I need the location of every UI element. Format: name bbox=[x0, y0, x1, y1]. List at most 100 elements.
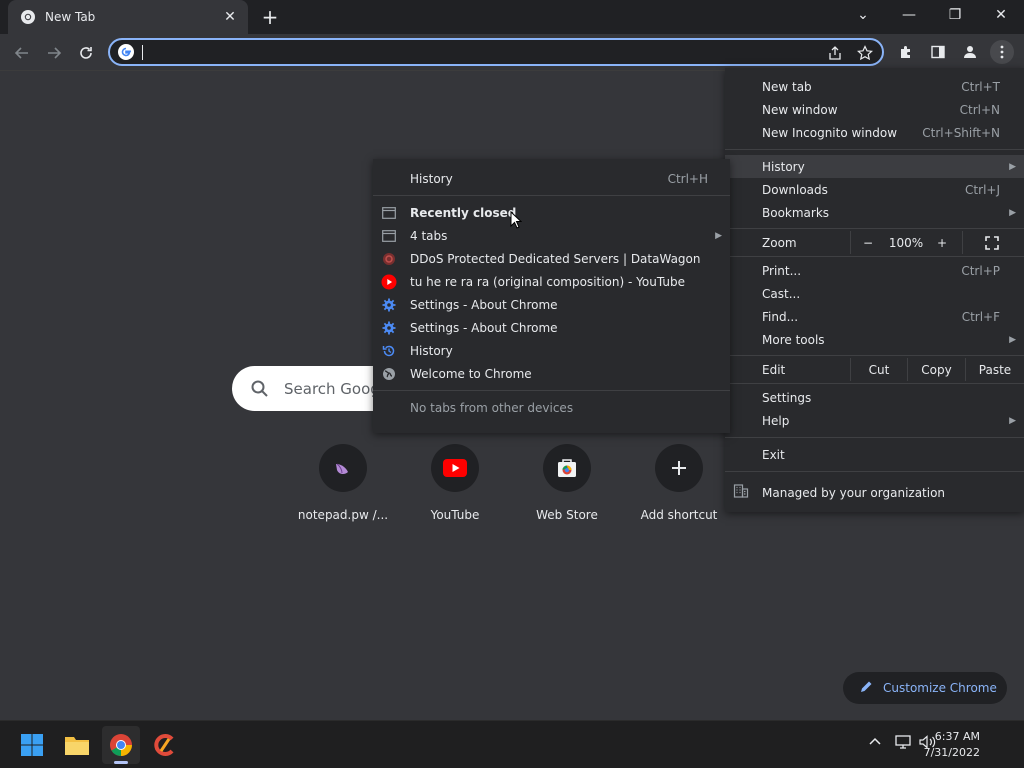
forward-button[interactable] bbox=[41, 40, 67, 66]
menu-item-shortcut: Ctrl+Shift+N bbox=[922, 125, 1000, 140]
recent-item[interactable]: Settings - About Chrome bbox=[373, 316, 730, 339]
menu-item-find[interactable]: Find... Ctrl+F bbox=[725, 305, 1024, 328]
menu-item-managed[interactable]: Managed by your organization bbox=[725, 481, 1024, 504]
add-shortcut-tile[interactable]: Add shortcut bbox=[623, 444, 735, 534]
tab-new-tab[interactable]: New Tab ✕ bbox=[8, 0, 248, 34]
zoom-level: 100% bbox=[888, 235, 924, 250]
chrome-taskbar-button[interactable] bbox=[102, 726, 140, 764]
menu-item-new-incognito[interactable]: New Incognito window Ctrl+Shift+N bbox=[725, 121, 1024, 144]
menu-item-downloads[interactable]: Downloads Ctrl+J bbox=[725, 178, 1024, 201]
edit-cut-button[interactable]: Cut bbox=[851, 358, 907, 381]
minimize-button[interactable]: — bbox=[886, 0, 932, 30]
fullscreen-icon[interactable] bbox=[977, 231, 1007, 254]
network-icon[interactable] bbox=[895, 735, 911, 753]
menu-item-new-tab[interactable]: New tab Ctrl+T bbox=[725, 75, 1024, 98]
recent-item[interactable]: tu he re ra ra (original composition) - … bbox=[373, 270, 730, 293]
menu-item-label: Bookmarks bbox=[762, 205, 830, 220]
side-panel-icon[interactable] bbox=[926, 40, 950, 64]
customize-chrome-button[interactable]: Customize Chrome bbox=[843, 672, 1007, 704]
omnibox[interactable] bbox=[108, 38, 884, 66]
recent-item[interactable]: Welcome to Chrome bbox=[373, 362, 730, 385]
menu-item-settings[interactable]: Settings bbox=[725, 386, 1024, 409]
menu-item-shortcut: Ctrl+T bbox=[961, 79, 1000, 94]
extensions-icon[interactable] bbox=[894, 40, 918, 64]
plus-icon bbox=[655, 444, 703, 492]
new-tab-button[interactable]: + bbox=[258, 5, 282, 29]
menu-separator bbox=[725, 355, 1024, 356]
zoom-out-button[interactable]: − bbox=[853, 231, 883, 254]
tab-search-chevron-icon[interactable]: ⌄ bbox=[840, 0, 886, 30]
reload-button[interactable] bbox=[73, 40, 99, 66]
menu-item-label: History bbox=[762, 159, 805, 174]
menu-item-label: DDoS Protected Dedicated Servers | DataW… bbox=[410, 251, 701, 266]
shortcut-tile[interactable]: YouTube bbox=[399, 444, 511, 534]
menu-cell-separator bbox=[850, 231, 851, 254]
zoom-in-button[interactable]: + bbox=[929, 231, 955, 254]
menu-item-print[interactable]: Print... Ctrl+P bbox=[725, 259, 1024, 282]
datawagon-icon bbox=[381, 251, 397, 267]
edit-copy-button[interactable]: Copy bbox=[908, 358, 965, 381]
menu-item-label: Cast... bbox=[762, 286, 801, 301]
close-window-button[interactable]: ✕ bbox=[978, 0, 1024, 30]
notepad-icon bbox=[319, 444, 367, 492]
menu-item-label: Find... bbox=[762, 309, 799, 324]
gear-icon bbox=[381, 320, 397, 336]
history-icon bbox=[381, 343, 397, 359]
share-icon[interactable] bbox=[826, 44, 844, 62]
menu-separator bbox=[373, 195, 730, 196]
edit-paste-button[interactable]: Paste bbox=[966, 358, 1024, 381]
reload-icon bbox=[80, 47, 92, 59]
mouse-cursor-icon bbox=[510, 211, 522, 229]
recent-item[interactable]: DDoS Protected Dedicated Servers | DataW… bbox=[373, 247, 730, 270]
clock-date: 7/31/2022 bbox=[923, 746, 980, 759]
menu-item-more-tools[interactable]: More tools ▶ bbox=[725, 328, 1024, 351]
folder-icon bbox=[65, 737, 89, 755]
toolbar bbox=[0, 34, 1024, 71]
menu-item-new-window[interactable]: New window Ctrl+N bbox=[725, 98, 1024, 121]
ccleaner-button[interactable] bbox=[146, 726, 184, 764]
omnibox-input[interactable] bbox=[146, 42, 806, 62]
chevron-right-icon: ▶ bbox=[1009, 415, 1016, 426]
customize-label: Customize Chrome bbox=[883, 681, 997, 695]
bookmark-star-icon[interactable] bbox=[856, 44, 874, 62]
recent-item-4-tabs[interactable]: 4 tabs ▶ bbox=[373, 224, 730, 247]
file-explorer-button[interactable] bbox=[58, 726, 96, 764]
menu-item-shortcut: Ctrl+F bbox=[961, 309, 1000, 324]
recent-item[interactable]: Settings - About Chrome bbox=[373, 293, 730, 316]
menu-kebab-icon[interactable] bbox=[990, 40, 1014, 64]
clock-time: 6:37 AM bbox=[934, 730, 980, 743]
menu-item-cast[interactable]: Cast... bbox=[725, 282, 1024, 305]
menu-cell-separator bbox=[962, 231, 963, 254]
menu-item-history[interactable]: History ▶ bbox=[725, 155, 1024, 178]
taskbar-clock[interactable]: 6:37 AM 7/31/2022 bbox=[924, 729, 980, 761]
menu-item-label: Settings - About Chrome bbox=[410, 320, 558, 335]
menu-item-shortcut: Ctrl+J bbox=[965, 182, 1000, 197]
menu-item-label: Downloads bbox=[762, 182, 828, 197]
shortcut-tile[interactable]: notepad.pw /... bbox=[287, 444, 399, 534]
menu-item-shortcut: Ctrl+P bbox=[961, 263, 1000, 278]
menu-item-label: New Incognito window bbox=[762, 125, 898, 140]
chevron-up-icon[interactable] bbox=[868, 735, 882, 753]
shortcut-label: notepad.pw /... bbox=[297, 508, 389, 522]
no-tabs-message: No tabs from other devices bbox=[373, 396, 730, 419]
recent-item[interactable]: History bbox=[373, 339, 730, 362]
menu-item-help[interactable]: Help ▶ bbox=[725, 409, 1024, 432]
start-button[interactable] bbox=[13, 726, 51, 764]
menu-item-label: Zoom bbox=[762, 235, 797, 250]
menu-item-exit[interactable]: Exit bbox=[725, 443, 1024, 466]
menu-item-label: History bbox=[410, 343, 453, 358]
search-icon bbox=[251, 380, 268, 397]
chevron-right-icon: ▶ bbox=[1009, 207, 1016, 218]
restore-button[interactable]: ❐ bbox=[932, 0, 978, 30]
close-tab-icon[interactable]: ✕ bbox=[222, 9, 238, 25]
menu-item-bookmarks[interactable]: Bookmarks ▶ bbox=[725, 201, 1024, 224]
submenu-item-history[interactable]: History Ctrl+H bbox=[373, 167, 730, 190]
menu-separator bbox=[725, 437, 1024, 438]
profile-icon[interactable] bbox=[958, 40, 982, 64]
menu-item-label: Managed by your organization bbox=[762, 485, 946, 500]
taskbar: 6:37 AM 7/31/2022 bbox=[0, 720, 1024, 768]
chrome-main-menu: New tab Ctrl+T New window Ctrl+N New Inc… bbox=[725, 68, 1024, 512]
back-button[interactable] bbox=[9, 40, 35, 66]
shortcut-tile[interactable]: Web Store bbox=[511, 444, 623, 534]
menu-item-label: Help bbox=[762, 413, 790, 428]
